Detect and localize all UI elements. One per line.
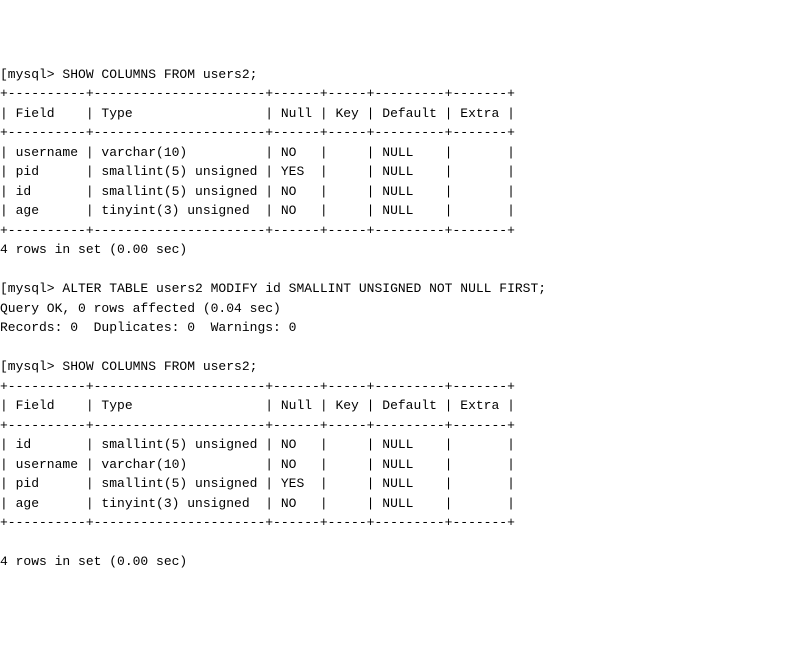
table-row: | pid | smallint(5) unsigned | YES | | N… — [0, 474, 806, 494]
table-row: | username | varchar(10) | NO | | NULL |… — [0, 455, 806, 475]
mysql-prompt-line[interactable]: [mysql> SHOW COLUMNS FROM users2; — [0, 65, 806, 85]
blank-line — [0, 533, 806, 553]
table-row: | id | smallint(5) unsigned | NO | | NUL… — [0, 435, 806, 455]
rows-in-set-status: 4 rows in set (0.00 sec) — [0, 552, 806, 572]
table-border: +----------+----------------------+-----… — [0, 416, 806, 436]
table-row: | pid | smallint(5) unsigned | YES | | N… — [0, 162, 806, 182]
table-border: +----------+----------------------+-----… — [0, 221, 806, 241]
table-border: +----------+----------------------+-----… — [0, 84, 806, 104]
mysql-prompt-line[interactable]: [mysql> ALTER TABLE users2 MODIFY id SMA… — [0, 279, 806, 299]
table-border: +----------+----------------------+-----… — [0, 513, 806, 533]
blank-line — [0, 260, 806, 280]
terminal-output[interactable]: [mysql> SHOW COLUMNS FROM users2;+------… — [0, 65, 806, 572]
table-row: | age | tinyint(3) unsigned | NO | | NUL… — [0, 201, 806, 221]
table-header-row: | Field | Type | Null | Key | Default | … — [0, 396, 806, 416]
query-ok-status: Query OK, 0 rows affected (0.04 sec) — [0, 299, 806, 319]
blank-line — [0, 338, 806, 358]
table-row: | id | smallint(5) unsigned | NO | | NUL… — [0, 182, 806, 202]
table-row: | username | varchar(10) | NO | | NULL |… — [0, 143, 806, 163]
records-status: Records: 0 Duplicates: 0 Warnings: 0 — [0, 318, 806, 338]
rows-in-set-status: 4 rows in set (0.00 sec) — [0, 240, 806, 260]
table-border: +----------+----------------------+-----… — [0, 377, 806, 397]
table-border: +----------+----------------------+-----… — [0, 123, 806, 143]
table-header-row: | Field | Type | Null | Key | Default | … — [0, 104, 806, 124]
table-row: | age | tinyint(3) unsigned | NO | | NUL… — [0, 494, 806, 514]
mysql-prompt-line[interactable]: [mysql> SHOW COLUMNS FROM users2; — [0, 357, 806, 377]
